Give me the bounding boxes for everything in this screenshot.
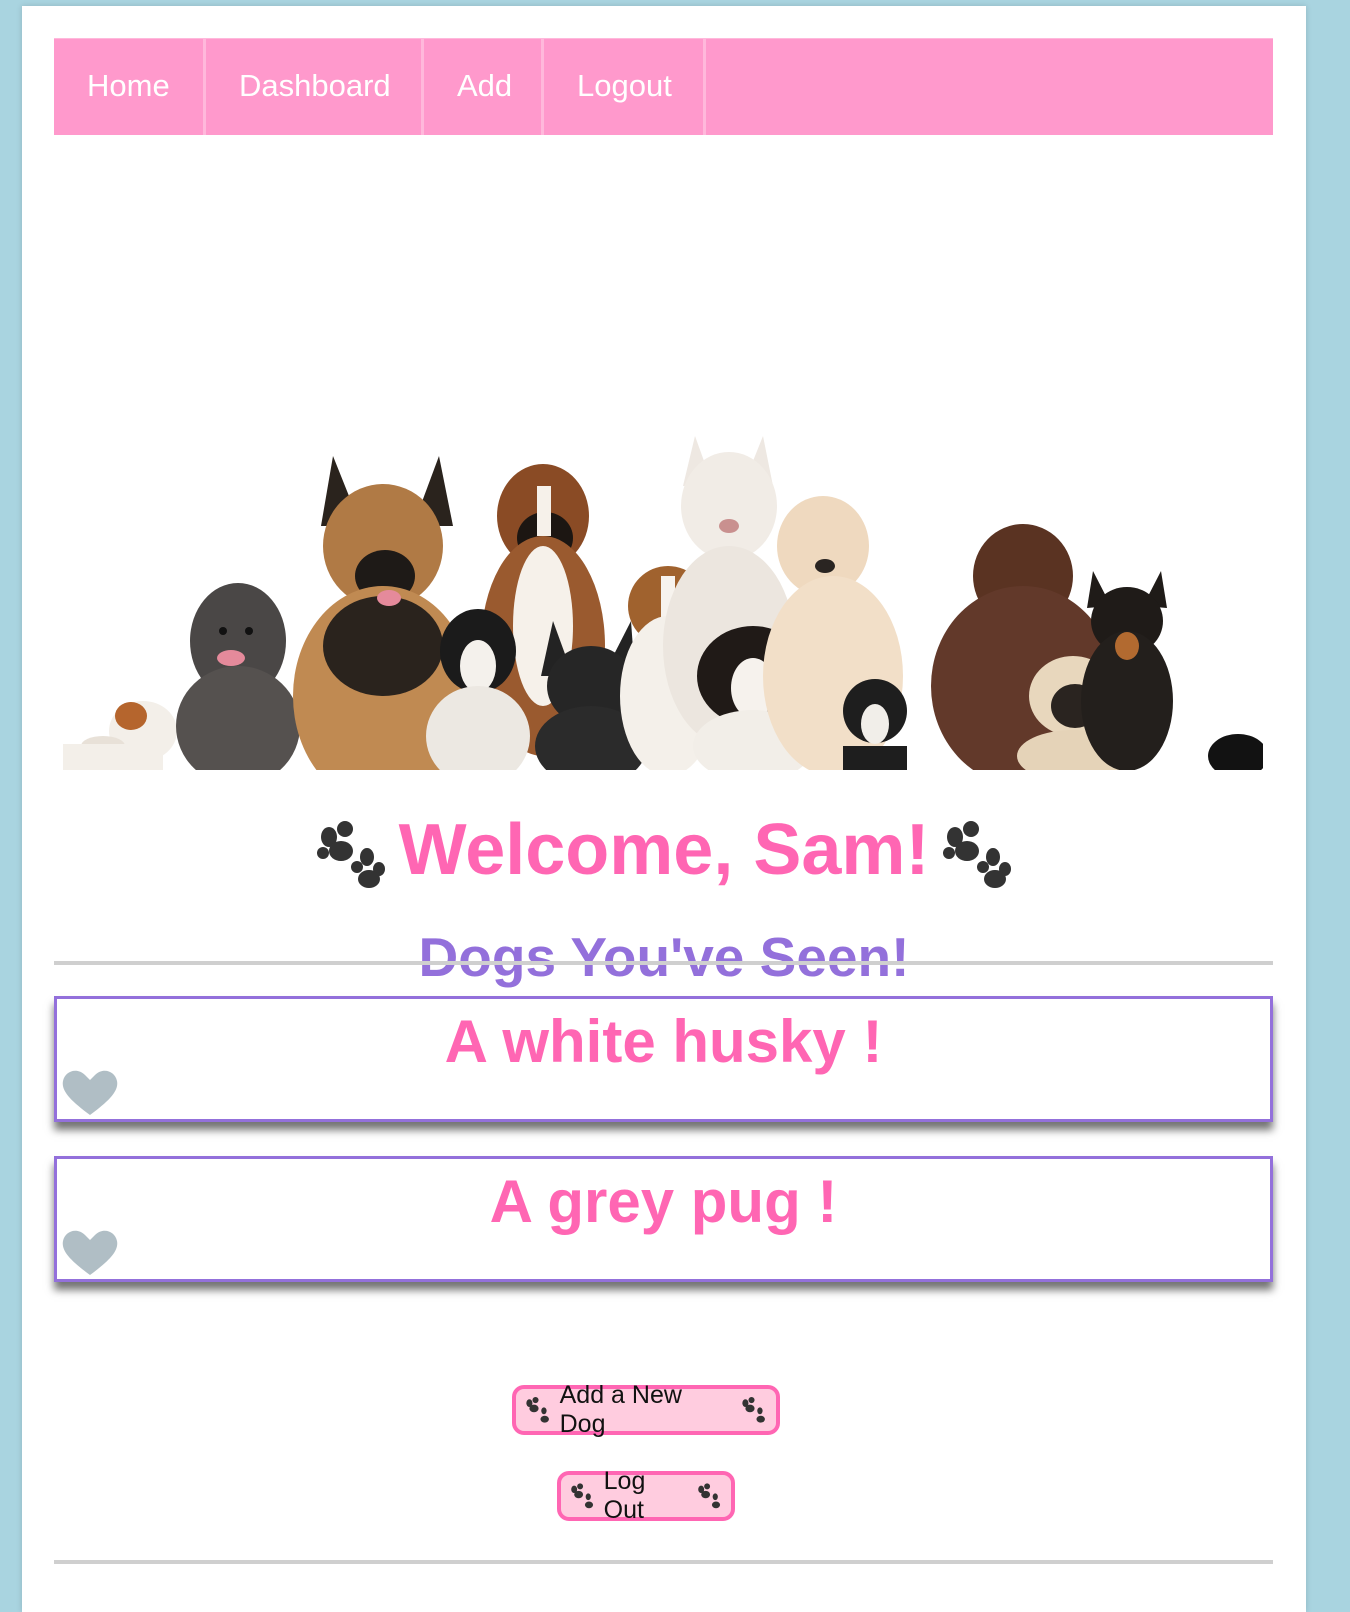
dog-card: A white husky ! <box>54 996 1273 1122</box>
dog-card-title: A white husky ! <box>444 1008 883 1075</box>
dog-card-title: A grey pug ! <box>489 1168 838 1235</box>
dog-jack-russell <box>63 701 177 770</box>
paw-icon <box>698 1483 721 1509</box>
add-dog-button[interactable]: Add a New Dog <box>512 1381 780 1438</box>
nav-home-link[interactable]: Home <box>54 39 206 135</box>
section-heading: Dogs You've Seen! <box>418 926 910 988</box>
welcome-heading: Welcome, Sam! <box>22 814 1306 889</box>
heart-icon[interactable] <box>61 1069 119 1117</box>
dog-pinscher <box>1081 571 1173 770</box>
dog-card: A grey pug ! <box>54 1156 1273 1282</box>
nav-logout-link[interactable]: Logout <box>544 39 706 135</box>
bottom-divider <box>54 1560 1273 1564</box>
page-container: Home Dashboard Add Logout Welcome, Sam! … <box>22 6 1306 1612</box>
paw-icon <box>742 1397 766 1423</box>
dog-black-partial <box>1208 734 1263 770</box>
dogs-banner-image <box>63 426 1263 770</box>
nav-add-link[interactable]: Add <box>424 39 544 135</box>
paw-icon <box>571 1483 594 1509</box>
add-dog-button-label: Add a New Dog <box>559 1381 682 1438</box>
navbar: Home Dashboard Add Logout <box>54 38 1273 135</box>
heart-icon[interactable] <box>61 1229 119 1277</box>
nav-dashboard-link[interactable]: Dashboard <box>206 39 424 135</box>
paw-icon <box>526 1397 549 1423</box>
paw-icon <box>943 820 1012 888</box>
welcome-text: Welcome, Sam! <box>398 810 930 890</box>
logout-button[interactable]: Log Out <box>557 1467 735 1524</box>
divider <box>54 961 1273 965</box>
dog-small-boston <box>843 679 907 770</box>
dog-poodle <box>176 583 300 770</box>
paw-icon <box>316 820 385 888</box>
logout-button-label: Log Out <box>603 1467 646 1524</box>
